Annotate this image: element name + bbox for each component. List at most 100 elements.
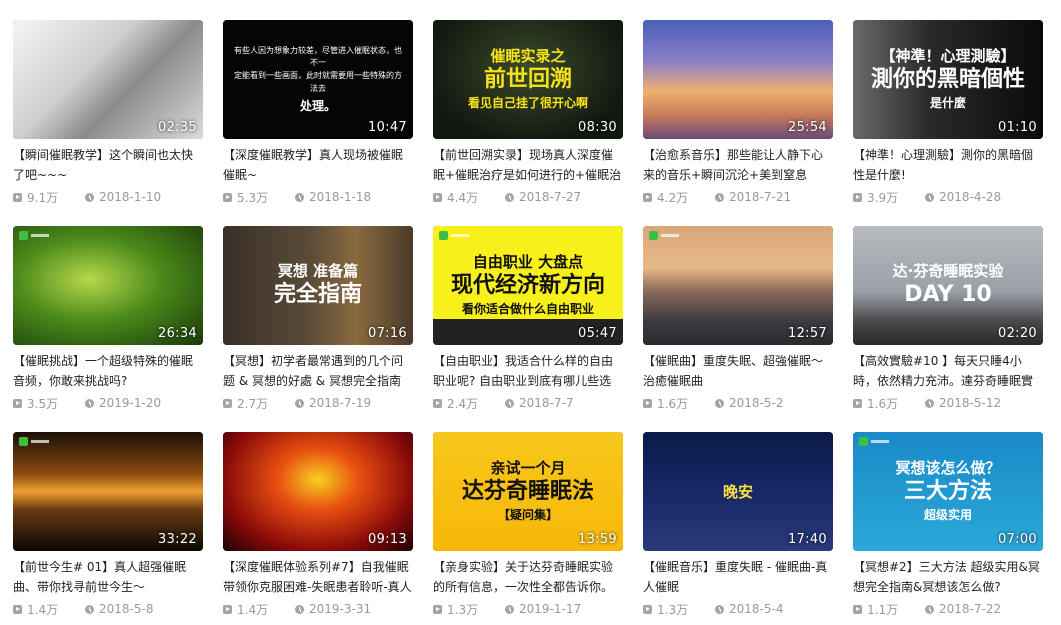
- video-card[interactable]: 亲试一个月 达芬奇睡眠法 【疑问集】 13:59 【亲身实验】关于达芬奇睡眠实验的所有信…: [433, 432, 623, 618]
- caption-line: 測你的黑暗個性: [870, 67, 1025, 92]
- play-count-icon: [433, 604, 442, 614]
- video-grid: 02:35 【瞬间催眠教学】这个瞬间也太快了吧~~~ 9.1万 2018-1-10 有些…: [0, 0, 1061, 625]
- video-duration: 02:20: [998, 326, 1037, 341]
- video-title[interactable]: 【深度催眠教学】真人现场被催眠催眠~: [223, 145, 413, 185]
- video-thumbnail[interactable]: 12:57: [643, 226, 833, 345]
- video-title[interactable]: 【亲身实验】关于达芬奇睡眠实验的所有信息，一次性全都告诉你。: [433, 557, 623, 597]
- caption-line: 【神準！心理測驗】: [880, 47, 1016, 65]
- wechat-icon: [649, 231, 658, 240]
- video-card[interactable]: 33:22 【前世今生# 01】真人超强催眠曲、带你找寻前世今生～ 1.4万 2018…: [13, 432, 203, 618]
- wechat-icon: [19, 437, 28, 446]
- video-card[interactable]: 晚安 17:40 【催眠音乐】重度失眠 - 催眠曲-真人催眠 1.3万 2018-5-4: [643, 432, 833, 618]
- video-title[interactable]: 【冥想#2】三大方法 超级实用&冥想完全指南&冥想该怎么做?: [853, 557, 1043, 597]
- view-count: 1.4万: [223, 601, 295, 618]
- video-thumbnail[interactable]: 冥想该怎么做？ 三大方法 超级实用 07:00: [853, 432, 1043, 551]
- video-title[interactable]: 【催眠曲】重度失眠、超強催眠～治癒催眠曲: [643, 351, 833, 391]
- play-count-icon: [643, 398, 652, 408]
- video-meta: 1.4万 2018-5-8: [13, 600, 203, 618]
- video-title[interactable]: 【瞬间催眠教学】这个瞬间也太快了吧~~~: [13, 145, 203, 185]
- clock-icon: [295, 604, 304, 614]
- video-title[interactable]: 【催眠音乐】重度失眠 - 催眠曲-真人催眠: [643, 557, 833, 597]
- video-title[interactable]: 【治愈系音乐】那些能让人静下心来的音乐+瞬间沉沦+美到窒息: [643, 145, 833, 185]
- channel-watermark: [19, 231, 49, 240]
- video-meta: 1.3万 2019-1-17: [433, 600, 623, 618]
- video-thumbnail[interactable]: 26:34: [13, 226, 203, 345]
- clock-icon: [925, 604, 934, 614]
- view-count: 9.1万: [13, 189, 85, 206]
- video-card[interactable]: 冥想该怎么做？ 三大方法 超级实用 07:00 【冥想#2】三大方法 超级实用&冥想完全…: [853, 432, 1043, 618]
- video-thumbnail[interactable]: 【神準！心理測驗】 測你的黑暗個性 是什麼 01:10: [853, 20, 1043, 139]
- caption-line: 达·芬奇睡眠实验: [892, 262, 1004, 281]
- video-thumbnail[interactable]: 亲试一个月 达芬奇睡眠法 【疑问集】 13:59: [433, 432, 623, 551]
- clock-icon: [505, 398, 514, 408]
- view-count: 2.4万: [433, 395, 505, 412]
- caption-line: 冥想 准备篇: [277, 262, 359, 281]
- upload-date-text: 2018-5-12: [939, 396, 1002, 410]
- caption-line: 是什麼: [929, 96, 966, 111]
- play-count-icon: [433, 192, 442, 202]
- upload-date-text: 2018-5-4: [729, 602, 784, 616]
- view-count: 1.3万: [433, 601, 505, 618]
- video-duration: 07:16: [368, 326, 407, 341]
- video-thumbnail[interactable]: 催眠实录之 前世回溯 看见自己挂了很开心啊 08:30: [433, 20, 623, 139]
- video-card[interactable]: 催眠实录之 前世回溯 看见自己挂了很开心啊 08:30 【前世回溯实录】现场真人深度催眠…: [433, 20, 623, 206]
- watermark-bar: [661, 234, 679, 237]
- caption-line: 亲试一个月: [490, 459, 566, 477]
- video-thumbnail[interactable]: 有些人因为想象力较差，尽管进入催眠状态，也不一 定能看到一些画面，此时就需要用一些…: [223, 20, 413, 139]
- video-thumbnail[interactable]: 33:22: [13, 432, 203, 551]
- view-count: 1.3万: [643, 601, 715, 618]
- video-card[interactable]: 26:34 【催眠挑战】一个超级特殊的催眠音频，你敢来挑战吗? 3.5万 2019-1…: [13, 226, 203, 412]
- video-card[interactable]: 09:13 【深度催眠体验系列#7】自我催眠带领你克服困难-失眠患者聆听-真人 1.…: [223, 432, 413, 618]
- view-count: 1.6万: [643, 395, 715, 412]
- upload-date: 2019-1-17: [505, 602, 581, 616]
- video-card[interactable]: 自由职业 大盘点 现代经济新方向 看你适合做什么自由职业 05:47 【自由职业】我适合…: [433, 226, 623, 412]
- video-thumbnail[interactable]: 晚安 17:40: [643, 432, 833, 551]
- video-thumbnail[interactable]: 09:13: [223, 432, 413, 551]
- caption-line: 催眠实录之: [490, 47, 566, 65]
- play-count-icon: [853, 192, 862, 202]
- video-duration: 12:57: [788, 326, 827, 341]
- caption-line: 晚安: [722, 482, 753, 501]
- upload-date: 2018-5-4: [715, 602, 783, 616]
- video-card[interactable]: 冥想 准备篇 完全指南 07:16 【冥想】初学者最常遇到的几个问题 & 冥想的好處 …: [223, 226, 413, 412]
- caption-line: DAY 10: [904, 282, 992, 308]
- video-card[interactable]: 【神準！心理測驗】 測你的黑暗個性 是什麼 01:10 【神準！心理測驗】測你的黑暗個性…: [853, 20, 1043, 206]
- video-card[interactable]: 12:57 【催眠曲】重度失眠、超強催眠～治癒催眠曲 1.6万 2018-5-2: [643, 226, 833, 412]
- video-duration: 02:35: [158, 120, 197, 135]
- video-title[interactable]: 【自由职业】我适合什么样的自由职业呢? 自由职业到底有哪儿些选: [433, 351, 623, 391]
- video-title[interactable]: 【催眠挑战】一个超级特殊的催眠音频，你敢来挑战吗?: [13, 351, 203, 391]
- upload-date-text: 2018-7-19: [309, 396, 372, 410]
- video-duration: 08:30: [578, 120, 617, 135]
- video-title[interactable]: 【冥想】初学者最常遇到的几个问题 & 冥想的好處 & 冥想完全指南: [223, 351, 413, 391]
- video-duration: 25:54: [788, 120, 827, 135]
- video-meta: 2.7万 2018-7-19: [223, 394, 413, 412]
- play-count-icon: [13, 192, 22, 202]
- video-thumbnail[interactable]: 自由职业 大盘点 现代经济新方向 看你适合做什么自由职业 05:47: [433, 226, 623, 345]
- clock-icon: [505, 192, 514, 202]
- video-card[interactable]: 有些人因为想象力较差，尽管进入催眠状态，也不一 定能看到一些画面，此时就需要用一些…: [223, 20, 413, 206]
- video-thumbnail[interactable]: 02:35: [13, 20, 203, 139]
- video-title[interactable]: 【高效實驗#10 】每天只睡4小時，依然精力充沛。達芬奇睡眠實: [853, 351, 1043, 391]
- video-title[interactable]: 【前世回溯实录】现场真人深度催眠+催眠治疗是如何进行的+催眠治: [433, 145, 623, 185]
- view-count-text: 4.4万: [447, 190, 479, 205]
- video-card[interactable]: 达·芬奇睡眠实验 DAY 10 02:20 【高效實驗#10 】每天只睡4小時，依然精…: [853, 226, 1043, 412]
- video-card[interactable]: 25:54 【治愈系音乐】那些能让人静下心来的音乐+瞬间沉沦+美到窒息 4.2万 20…: [643, 20, 833, 206]
- view-count-text: 1.4万: [237, 602, 269, 617]
- video-thumbnail[interactable]: 达·芬奇睡眠实验 DAY 10 02:20: [853, 226, 1043, 345]
- upload-date: 2018-7-21: [715, 190, 791, 204]
- video-meta: 4.2万 2018-7-21: [643, 188, 833, 206]
- view-count-text: 3.9万: [867, 190, 899, 205]
- caption-line: 看见自己挂了很开心啊: [467, 96, 588, 111]
- video-card[interactable]: 02:35 【瞬间催眠教学】这个瞬间也太快了吧~~~ 9.1万 2018-1-10: [13, 20, 203, 206]
- upload-date-text: 2018-1-18: [309, 190, 372, 204]
- caption-line: 达芬奇睡眠法: [461, 479, 594, 504]
- video-meta: 9.1万 2018-1-10: [13, 188, 203, 206]
- video-thumbnail[interactable]: 25:54: [643, 20, 833, 139]
- video-title[interactable]: 【深度催眠体验系列#7】自我催眠带领你克服困难-失眠患者聆听-真人: [223, 557, 413, 597]
- upload-date: 2018-1-18: [295, 190, 371, 204]
- video-title[interactable]: 【神準！心理測驗】測你的黑暗個性是什麼!: [853, 145, 1043, 185]
- video-thumbnail[interactable]: 冥想 准备篇 完全指南 07:16: [223, 226, 413, 345]
- caption-line: 冥想该怎么做？: [895, 459, 1001, 477]
- video-title[interactable]: 【前世今生# 01】真人超强催眠曲、带你找寻前世今生～: [13, 557, 203, 597]
- play-count-icon: [223, 604, 232, 614]
